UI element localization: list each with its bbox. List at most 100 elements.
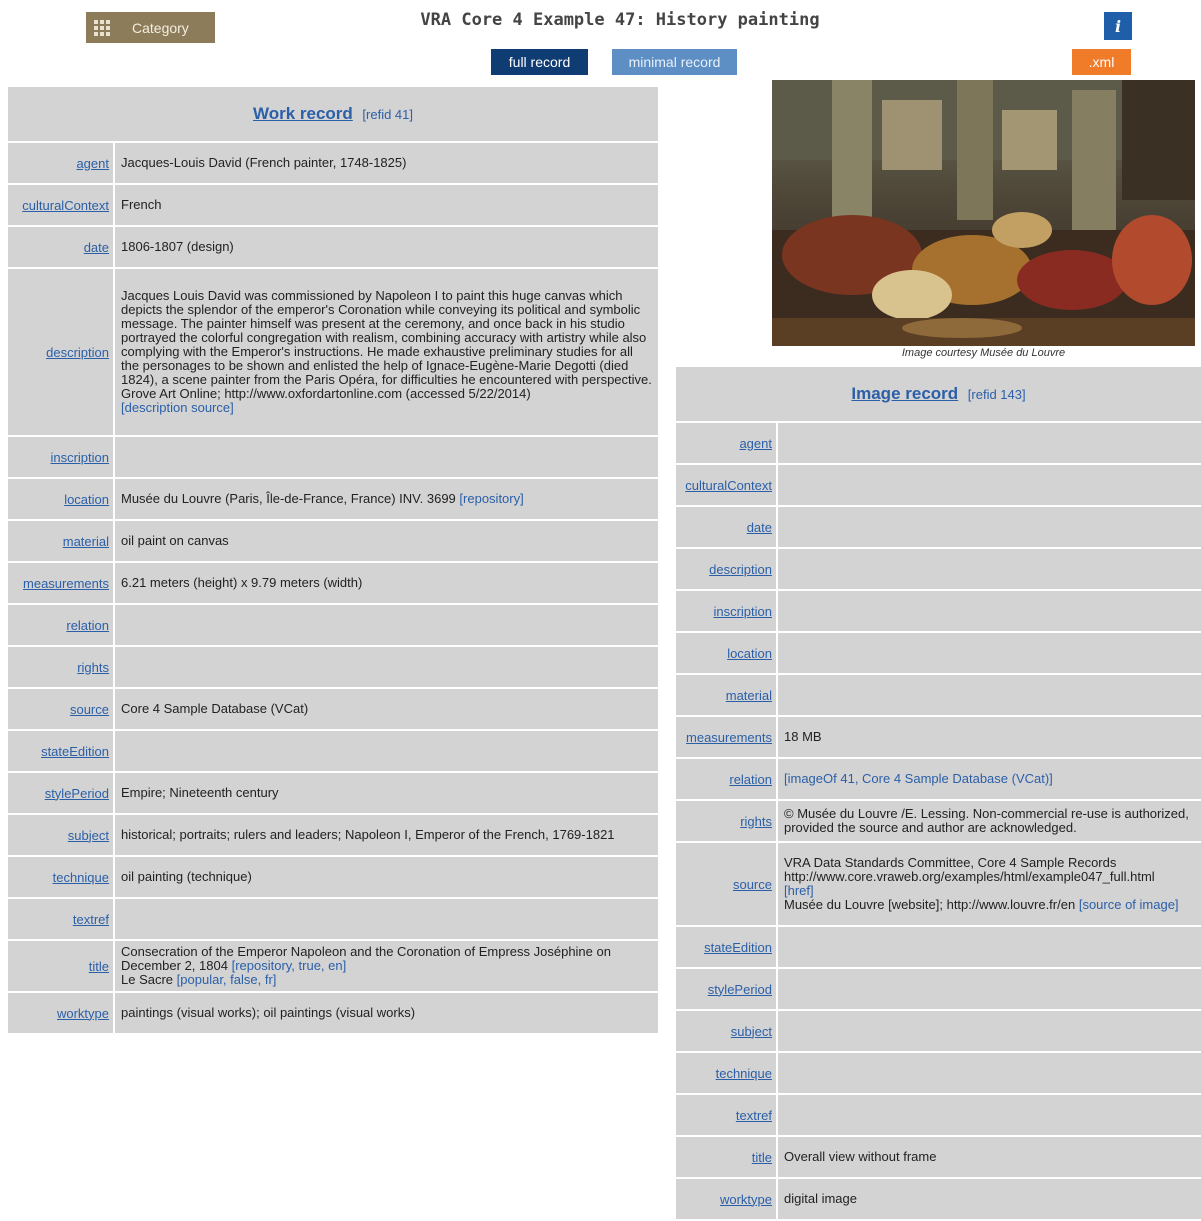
image-source-link-1[interactable]: [href]: [784, 883, 814, 898]
work-stateedition-label[interactable]: stateEdition: [41, 744, 109, 759]
work-refid: [refid 41]: [362, 107, 414, 122]
image-row-stateedition: stateEdition: [676, 927, 1201, 969]
work-relation-value: [115, 605, 658, 647]
work-inscription-value: [115, 437, 658, 479]
image-caption: Image courtesy Musée du Louvre: [901, 347, 1066, 359]
image-title-label[interactable]: title: [752, 1150, 772, 1165]
work-worktype-label[interactable]: worktype: [57, 1006, 109, 1021]
work-title-link-2[interactable]: [popular, false, fr]: [177, 972, 277, 987]
work-relation-label[interactable]: relation: [66, 618, 109, 633]
image-stateedition-label[interactable]: stateEdition: [704, 940, 772, 955]
image-row-subject: subject: [676, 1011, 1201, 1053]
image-record-header: Image record [refid 143]: [676, 367, 1201, 423]
category-button[interactable]: Category: [86, 12, 215, 43]
work-row-rights: rights: [8, 647, 658, 689]
work-title-link-1[interactable]: [repository, true, en]: [232, 958, 347, 973]
image-record-table: Image record [refid 143] agent culturalC…: [676, 367, 1201, 1221]
painting-image[interactable]: [772, 80, 1195, 346]
work-source-value: Core 4 Sample Database (VCat): [115, 689, 658, 731]
work-inscription-label[interactable]: inscription: [50, 450, 109, 465]
image-row-rights: rights © Musée du Louvre /E. Lessing. No…: [676, 801, 1201, 843]
work-rights-label[interactable]: rights: [77, 660, 109, 675]
image-row-material: material: [676, 675, 1201, 717]
image-culturalcontext-value: [778, 465, 1201, 507]
image-measurements-label[interactable]: measurements: [686, 730, 772, 745]
image-agent-label[interactable]: agent: [739, 436, 772, 451]
info-icon[interactable]: i: [1104, 12, 1132, 40]
work-title-label[interactable]: title: [89, 959, 109, 974]
image-source-link-2[interactable]: [source of image]: [1079, 897, 1179, 912]
image-relation-label[interactable]: relation: [729, 772, 772, 787]
work-subject-value: historical; portraits; rulers and leader…: [115, 815, 658, 857]
image-row-inscription: inscription: [676, 591, 1201, 633]
image-measurements-value: 18 MB: [778, 717, 1201, 759]
image-row-location: location: [676, 633, 1201, 675]
work-source-label[interactable]: source: [70, 702, 109, 717]
work-technique-value: oil painting (technique): [115, 857, 658, 899]
image-culturalcontext-label[interactable]: culturalContext: [685, 478, 772, 493]
image-technique-label[interactable]: technique: [716, 1066, 772, 1081]
minimal-record-button[interactable]: minimal record: [612, 49, 737, 75]
image-subject-label[interactable]: subject: [731, 1024, 772, 1039]
work-technique-label[interactable]: technique: [53, 870, 109, 885]
image-stateedition-value: [778, 927, 1201, 969]
work-subject-label[interactable]: subject: [68, 828, 109, 843]
image-row-description: description: [676, 549, 1201, 591]
image-source-value-2: Musée du Louvre [website]; http://www.lo…: [784, 897, 1076, 912]
work-row-technique: technique oil painting (technique): [8, 857, 658, 899]
image-row-textref: textref: [676, 1095, 1201, 1137]
image-location-label[interactable]: location: [727, 646, 772, 661]
work-measurements-label[interactable]: measurements: [23, 576, 109, 591]
work-worktype-value: paintings (visual works); oil paintings …: [115, 993, 658, 1035]
work-location-label[interactable]: location: [64, 492, 109, 507]
work-row-agent: agent Jacques-Louis David (French painte…: [8, 143, 658, 185]
work-date-label[interactable]: date: [84, 240, 109, 255]
work-styleperiod-label[interactable]: stylePeriod: [45, 786, 109, 801]
category-label: Category: [132, 19, 189, 36]
work-location-link[interactable]: [repository]: [459, 491, 523, 506]
work-agent-label[interactable]: agent: [76, 156, 109, 171]
work-title-value-2: Le Sacre: [121, 972, 174, 987]
image-rights-label[interactable]: rights: [740, 814, 772, 829]
work-title-value-1: Consecration of the Emperor Napoleon and…: [121, 944, 611, 973]
work-location-cell: Musée du Louvre (Paris, Île-de-France, F…: [115, 479, 658, 521]
work-rights-value: [115, 647, 658, 689]
work-row-textref: textref: [8, 899, 658, 941]
work-culturalcontext-label[interactable]: culturalContext: [22, 198, 109, 213]
image-subject-value: [778, 1011, 1201, 1053]
image-material-label[interactable]: material: [726, 688, 772, 703]
image-date-label[interactable]: date: [747, 520, 772, 535]
work-record-title[interactable]: Work record: [253, 104, 353, 123]
image-rights-value: © Musée du Louvre /E. Lessing. Non-comme…: [778, 801, 1201, 843]
full-record-button[interactable]: full record: [491, 49, 588, 75]
image-inscription-value: [778, 591, 1201, 633]
work-description-cell: Jacques Louis David was commissioned by …: [115, 269, 658, 437]
work-row-inscription: inscription: [8, 437, 658, 479]
image-source-label[interactable]: source: [733, 877, 772, 892]
image-record-title[interactable]: Image record: [851, 384, 958, 403]
work-description-source-link[interactable]: [description source]: [121, 400, 234, 415]
work-agent-value: Jacques-Louis David (French painter, 174…: [115, 143, 658, 185]
work-stateedition-value: [115, 731, 658, 773]
image-worktype-label[interactable]: worktype: [720, 1192, 772, 1207]
image-row-source: source VRA Data Standards Committee, Cor…: [676, 843, 1201, 927]
work-row-title: title Consecration of the Emperor Napole…: [8, 941, 658, 993]
work-textref-label[interactable]: textref: [73, 912, 109, 927]
image-textref-value: [778, 1095, 1201, 1137]
image-refid: [refid 143]: [967, 387, 1026, 402]
work-row-relation: relation: [8, 605, 658, 647]
image-technique-value: [778, 1053, 1201, 1095]
image-textref-label[interactable]: textref: [736, 1108, 772, 1123]
image-inscription-label[interactable]: inscription: [713, 604, 772, 619]
image-source-cell: VRA Data Standards Committee, Core 4 Sam…: [778, 843, 1201, 927]
image-relation-value[interactable]: [imageOf 41, Core 4 Sample Database (VCa…: [778, 759, 1201, 801]
image-row-agent: agent: [676, 423, 1201, 465]
image-styleperiod-label[interactable]: stylePeriod: [708, 982, 772, 997]
image-description-label[interactable]: description: [709, 562, 772, 577]
work-description-label[interactable]: description: [46, 345, 109, 360]
image-row-technique: technique: [676, 1053, 1201, 1095]
xml-button[interactable]: .xml: [1072, 49, 1131, 75]
page-title: VRA Core 4 Example 47: History painting: [420, 10, 820, 30]
work-date-value: 1806-1807 (design): [115, 227, 658, 269]
work-material-label[interactable]: material: [63, 534, 109, 549]
